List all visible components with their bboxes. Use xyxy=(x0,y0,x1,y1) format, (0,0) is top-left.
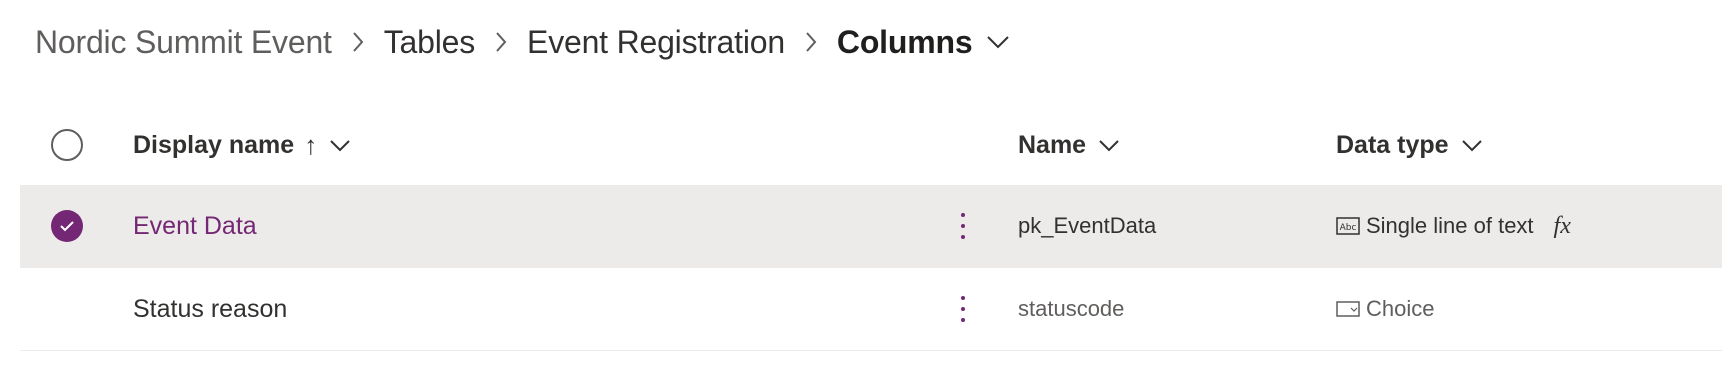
logical-name-text: pk_EventData xyxy=(1018,213,1157,238)
more-options-button[interactable] xyxy=(948,185,978,267)
text-field-icon: Abc xyxy=(1336,217,1360,235)
display-name-link[interactable]: Status reason xyxy=(133,295,287,324)
select-all-circle-icon xyxy=(51,129,83,161)
breadcrumb-tables[interactable]: Tables xyxy=(384,24,476,61)
column-header-data-type-label: Data type xyxy=(1336,130,1449,159)
svg-text:Abc: Abc xyxy=(1340,223,1357,233)
chevron-down-icon xyxy=(1098,139,1120,152)
table-row[interactable]: Status reason statuscode Choice xyxy=(20,268,1722,351)
row-data-type: Choice xyxy=(1336,268,1434,350)
chevron-down-icon xyxy=(1461,139,1483,152)
select-all-checkbox[interactable] xyxy=(48,105,86,185)
column-header-name-label: Name xyxy=(1018,130,1087,159)
columns-table: Display name ↑ Name Data type Event Data… xyxy=(20,105,1722,351)
chevron-down-icon xyxy=(329,139,351,152)
column-header-name[interactable]: Name xyxy=(1018,105,1120,185)
row-checkbox[interactable] xyxy=(48,268,86,350)
row-data-type: Abc Single line of text fx xyxy=(1336,185,1571,267)
sort-ascending-icon: ↑ xyxy=(304,129,318,160)
breadcrumb-columns[interactable]: Columns xyxy=(837,24,973,61)
table-row[interactable]: Event Data pk_EventData Abc Single line … xyxy=(20,185,1722,268)
column-header-display-name[interactable]: Display name ↑ xyxy=(133,105,351,185)
row-display-name[interactable]: Status reason xyxy=(133,268,287,350)
column-header-display-name-label: Display name xyxy=(133,130,295,159)
logical-name-text: statuscode xyxy=(1018,296,1125,321)
data-type-text: Single line of text xyxy=(1366,213,1534,238)
table-header: Display name ↑ Name Data type xyxy=(20,105,1722,185)
breadcrumb-event-registration[interactable]: Event Registration xyxy=(527,24,785,61)
row-name: pk_EventData xyxy=(1018,185,1156,267)
breadcrumb-environment[interactable]: Nordic Summit Event xyxy=(35,24,332,61)
chevron-down-icon[interactable] xyxy=(986,35,1010,49)
choice-icon xyxy=(1336,300,1360,318)
more-vertical-icon xyxy=(961,296,965,322)
row-checkbox[interactable] xyxy=(48,185,86,267)
column-header-data-type[interactable]: Data type xyxy=(1336,105,1483,185)
chevron-right-icon xyxy=(332,18,384,66)
checkmark-icon xyxy=(51,210,83,242)
breadcrumb: Nordic Summit Event Tables Event Registr… xyxy=(35,18,1010,66)
formula-icon: fx xyxy=(1553,212,1571,239)
chevron-right-icon xyxy=(785,18,837,66)
display-name-link[interactable]: Event Data xyxy=(133,212,257,241)
chevron-right-icon xyxy=(475,18,527,66)
more-options-button[interactable] xyxy=(948,268,978,350)
data-type-text: Choice xyxy=(1366,296,1435,321)
row-display-name[interactable]: Event Data xyxy=(133,185,257,267)
row-name: statuscode xyxy=(1018,268,1124,350)
more-vertical-icon xyxy=(961,213,965,239)
